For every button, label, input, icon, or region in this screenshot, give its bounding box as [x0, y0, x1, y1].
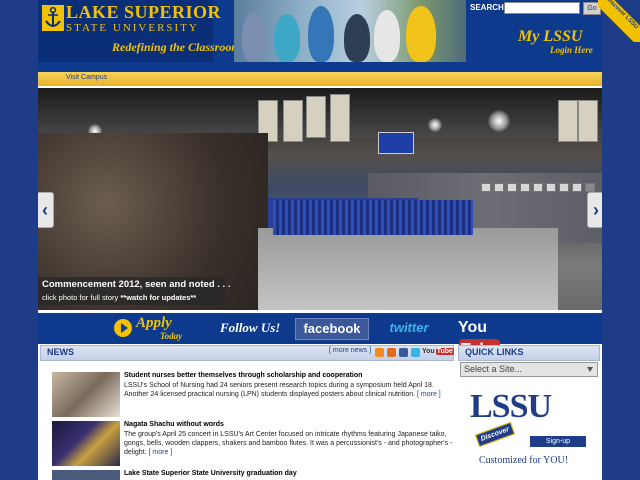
student-figure [344, 14, 370, 62]
news-headline[interactable]: Nagata Shachu without words [124, 421, 224, 428]
tagline: Redefining the Classroom [112, 40, 241, 54]
quick-links-select[interactable]: Select a Site... [460, 362, 598, 377]
customized-text: Customized for YOU! [479, 455, 569, 466]
arena-banner [558, 100, 578, 142]
student-figure [374, 10, 400, 62]
slide-caption-subtitle: click photo for full story **watch for u… [42, 293, 196, 302]
slide-dot[interactable] [546, 183, 556, 192]
yt-mini-you: You [422, 348, 435, 355]
news-headline[interactable]: Lake State Superior State University gra… [124, 470, 297, 477]
search-label: SEARCH: [470, 3, 507, 12]
apply-play-icon[interactable] [114, 319, 132, 337]
arena-banner [578, 100, 598, 142]
site-header: LAKE SUPERIOR STATE UNIVERSITY Redefinin… [38, 0, 602, 62]
follow-us-label: Follow Us! [220, 320, 281, 335]
login-link[interactable]: Login Here [550, 45, 593, 55]
logo-subtitle: STATE UNIVERSITY [66, 22, 199, 34]
page: LAKE SUPERIOR STATE UNIVERSITY Redefinin… [38, 0, 602, 480]
discover-corner-flag[interactable]: Discover LSSU [598, 0, 640, 42]
news-body: The group's April 25 concert in LSSU's A… [124, 430, 454, 457]
news-title: NEWS [47, 347, 74, 357]
yt-mini-tube: Tube [435, 348, 454, 355]
graduates-seating [273, 200, 473, 235]
caption-sub-bold: **watch for updates** [120, 293, 197, 302]
news-thumbnail[interactable] [52, 372, 120, 417]
corner-flag-label: Discover LSSU [598, 0, 640, 42]
slide-dot[interactable] [559, 183, 569, 192]
blog-icon[interactable] [387, 348, 396, 357]
twitter-icon[interactable] [411, 348, 420, 357]
quick-links-header: QUICK LINKS [458, 345, 600, 361]
visit-campus-link[interactable]: Visit Campus [66, 74, 107, 81]
twitter-button[interactable]: twitter [375, 318, 443, 338]
student-figure [308, 6, 334, 62]
news-item: Lake State Superior State University gra… [52, 470, 442, 480]
news-header: NEWS [ more news ] You Tube [40, 345, 454, 361]
slide-dot[interactable] [520, 183, 530, 192]
quick-links-select-value: Select a Site... [464, 364, 523, 374]
slide-dot[interactable] [533, 183, 543, 192]
mylssu-link[interactable]: My LSSU [518, 28, 582, 46]
news-more-link[interactable]: [ more ] [417, 391, 441, 398]
student-figure [242, 12, 266, 62]
quick-links-title: QUICK LINKS [465, 347, 524, 357]
caption-sub-text: click photo for full story [42, 293, 121, 302]
discover-lssu-logo[interactable]: LSSU [470, 388, 552, 426]
signup-button[interactable]: Sign-up [530, 436, 586, 447]
news-thumbnail[interactable] [52, 421, 120, 466]
more-news-link[interactable]: [ more news ] [329, 347, 371, 354]
arena-floor [258, 228, 558, 310]
news-body: LSSU's School of Nursing had 24 seniors … [124, 381, 454, 399]
social-bar: Apply Today Follow Us! facebook twitter … [38, 313, 602, 361]
news-thumbnail[interactable] [52, 470, 120, 480]
prev-slide-button[interactable]: ‹ [38, 192, 54, 228]
student-figure [274, 14, 300, 62]
university-logo[interactable]: LAKE SUPERIOR STATE UNIVERSITY Redefinin… [38, 0, 241, 62]
facebook-button[interactable]: facebook [295, 318, 369, 340]
news-item: Student nurses better themselves through… [52, 372, 442, 418]
arena-banner [283, 100, 303, 142]
students-photo [234, 0, 466, 62]
news-body-text: LSSU's School of Nursing had 24 seniors … [124, 382, 434, 398]
slide-dot[interactable] [481, 183, 491, 192]
arena-light [428, 118, 442, 132]
arena-scoreboard [378, 132, 414, 154]
logo-title: LAKE SUPERIOR [66, 2, 222, 22]
youtube-you: You [458, 319, 488, 336]
anchor-icon [42, 5, 64, 31]
apply-today-label[interactable]: Today [160, 331, 182, 341]
arena-light [488, 110, 510, 132]
slide-dot[interactable] [494, 183, 504, 192]
slide-caption[interactable]: Commencement 2012, seen and noted . . . … [38, 277, 230, 305]
search-input[interactable] [504, 2, 580, 14]
rss-icon[interactable] [375, 348, 384, 357]
youtube-button[interactable]: YouTube [458, 317, 522, 361]
slide-caption-title: Commencement 2012, seen and noted . . . [42, 279, 231, 290]
apply-link[interactable]: Apply [136, 315, 172, 332]
main-nav [38, 62, 602, 72]
news-more-link[interactable]: [ more ] [149, 449, 173, 456]
arena-banner [330, 94, 350, 142]
next-slide-button[interactable]: › [587, 192, 602, 228]
slide-dot[interactable] [585, 183, 595, 192]
youtube-mini-icon[interactable]: You Tube [421, 348, 454, 355]
news-headline[interactable]: Student nurses better themselves through… [124, 372, 362, 379]
facebook-icon[interactable] [399, 348, 408, 357]
slide-dot[interactable] [507, 183, 517, 192]
arena-banner [306, 96, 326, 138]
student-figure [406, 6, 436, 62]
news-body-text: The group's April 25 concert in LSSU's A… [124, 431, 453, 456]
chevron-down-icon [587, 367, 593, 372]
sub-nav: Visit Campus [38, 72, 602, 86]
news-item: Nagata Shachu without words The group's … [52, 421, 452, 467]
slide-dot[interactable] [572, 183, 582, 192]
